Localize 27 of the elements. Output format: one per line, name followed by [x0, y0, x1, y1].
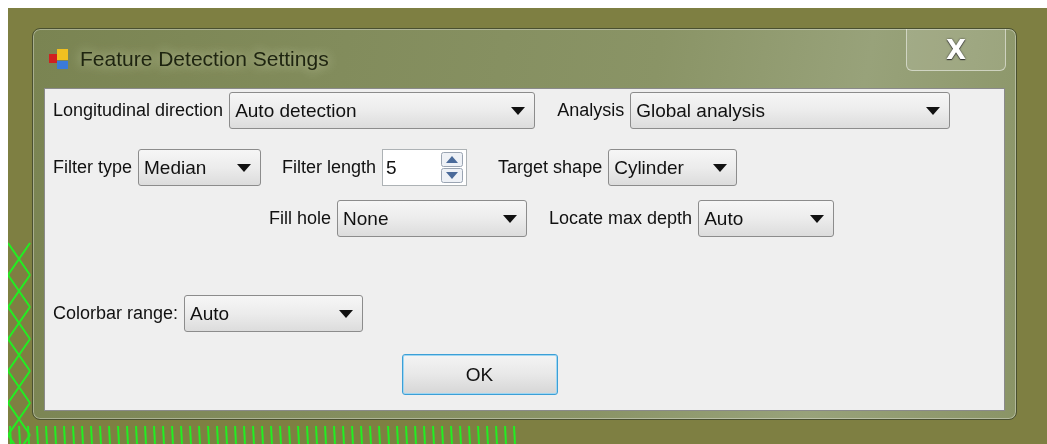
dropdown[interactable]: Cylinder [608, 149, 738, 186]
field-label: Fill hole [269, 208, 332, 229]
dropdown[interactable]: Median [138, 149, 262, 186]
field-label: Analysis [557, 100, 625, 121]
dropdown[interactable]: Auto [184, 295, 364, 332]
app-icon [48, 47, 70, 70]
caret-icon [810, 214, 825, 223]
field-label: Filter length [282, 157, 377, 178]
caret-icon [713, 163, 728, 172]
number-field[interactable]: 5 [382, 149, 468, 186]
field-label: Longitudinal direction [53, 100, 224, 121]
dropdown[interactable]: None [337, 200, 528, 237]
field-label: Target shape [498, 157, 603, 178]
caret-icon [503, 214, 518, 223]
dropdown[interactable]: Auto [698, 200, 835, 237]
caret-icon [237, 163, 252, 172]
spin-arrows-icon[interactable] [441, 152, 464, 183]
field-label: Locate max depth [549, 208, 693, 229]
ok-button[interactable]: OK [401, 354, 558, 395]
window-title: Feature Detection Settings [80, 46, 330, 71]
field-label: Colorbar range: [53, 303, 179, 324]
caret-icon [339, 309, 354, 318]
caret-icon [926, 106, 941, 115]
caret-icon [511, 106, 526, 115]
dropdown[interactable]: Global analysis [630, 92, 951, 129]
dropdown[interactable]: Auto detection [229, 92, 536, 129]
field-label: Filter type [53, 157, 133, 178]
